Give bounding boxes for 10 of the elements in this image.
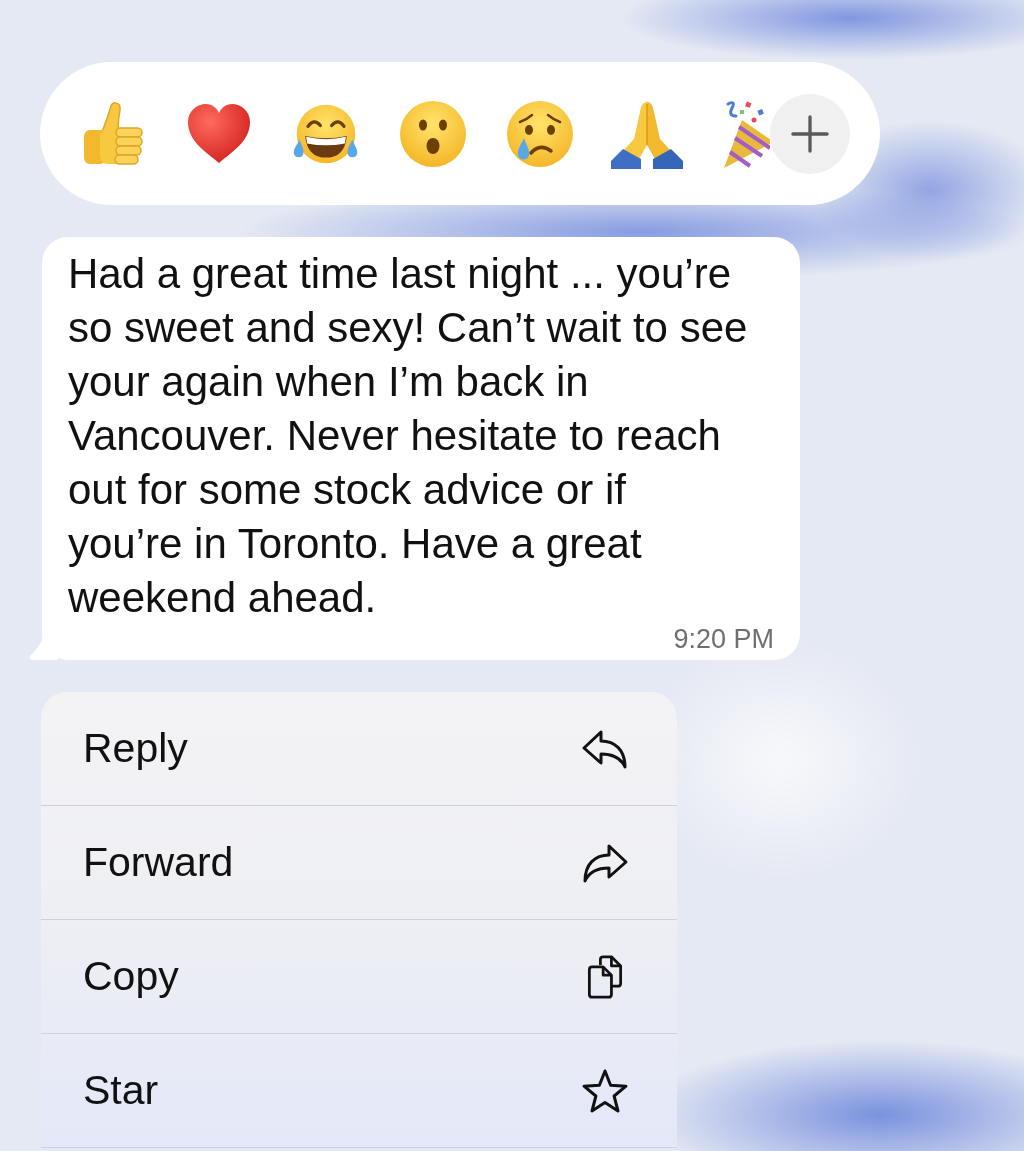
plus-icon — [791, 114, 829, 153]
menu-item[interactable]: Copy — [41, 920, 677, 1034]
menu-item[interactable]: Forward — [41, 806, 677, 920]
menu-item[interactable]: Star — [41, 1034, 677, 1148]
star-icon — [581, 1067, 629, 1114]
surprised-face-icon[interactable] — [399, 99, 467, 168]
message-text: Had a great time last night ... you’re so sweet and sexy! Can’t wait to see your again when I’m back in Vancouver. Never hesitate to reach out for some stock advice or if you’re in Toronto. Have a great weekend ahead. — [68, 250, 748, 621]
crying-face-icon[interactable] — [506, 99, 574, 168]
message-time: 9:20 PM — [673, 625, 774, 653]
menu-item[interactable]: Reply — [41, 692, 677, 806]
